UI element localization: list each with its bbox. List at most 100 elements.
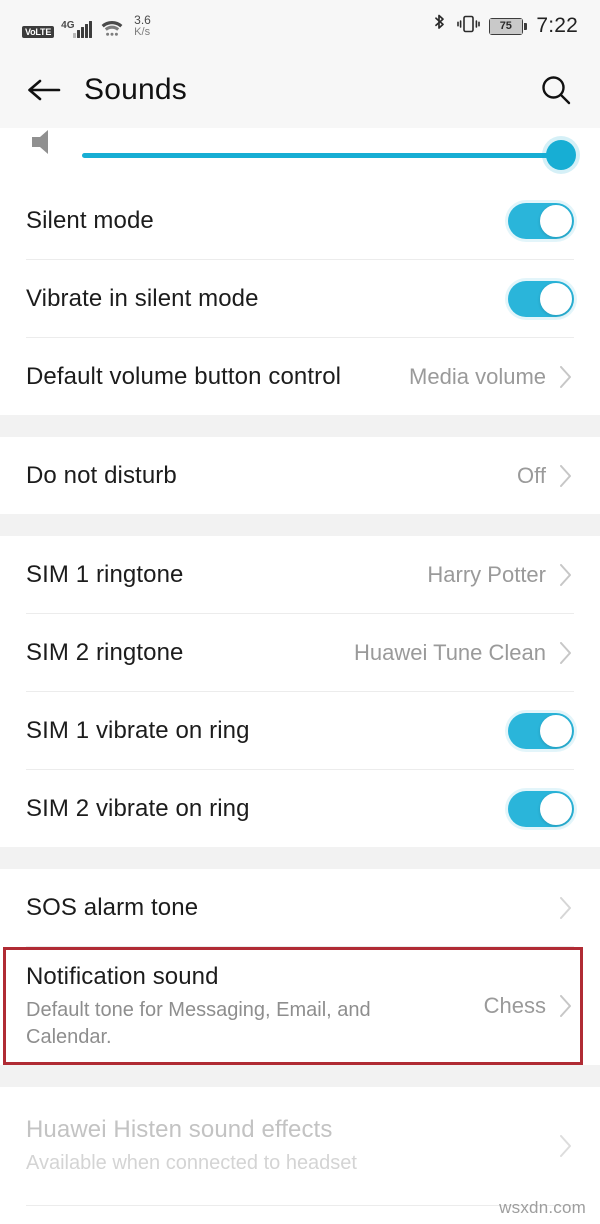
row-sim-2-vibrate-on-ring[interactable]: SIM 2 vibrate on ring [0, 770, 600, 847]
row-texts: Do not disturb [26, 461, 517, 491]
back-arrow-icon[interactable] [22, 68, 66, 112]
toggle-knob [540, 204, 572, 237]
page-title: Sounds [84, 73, 187, 106]
row-control: Chess [484, 992, 574, 1020]
wifi-icon [99, 18, 125, 38]
row-control [508, 790, 574, 827]
row-control: Harry Potter [427, 561, 574, 589]
row-notification-sound[interactable]: Notification sound Default tone for Mess… [0, 947, 600, 1065]
volume-slider-row[interactable] [0, 128, 600, 182]
search-icon[interactable] [534, 68, 578, 112]
network-speed-unit: K/s [134, 25, 151, 38]
signal-bar-1 [73, 32, 77, 38]
chevron-right-icon [558, 992, 574, 1020]
battery-body: 75 [488, 17, 523, 35]
battery-fill: 75 [489, 18, 522, 34]
row-texts: SIM 1 vibrate on ring [26, 716, 508, 746]
row-texts: SIM 1 ringtone [26, 560, 427, 590]
row-sublabel: Default tone for Messaging, Email, and C… [26, 999, 371, 1048]
row-silent-mode[interactable]: Silent mode [0, 182, 600, 259]
row-label: Do not disturb [26, 461, 177, 489]
notification-sound-highlight-wrap: Notification sound Default tone for Mess… [0, 947, 600, 1065]
chevron-right-icon [558, 561, 574, 589]
row-control [508, 712, 574, 749]
row-control [508, 202, 574, 239]
toggle-knob [540, 282, 572, 315]
battery-icon: 75 [488, 17, 528, 35]
row-sim-1-vibrate-on-ring[interactable]: SIM 1 vibrate on ring [0, 692, 600, 769]
battery-cap [524, 22, 528, 30]
row-control: Huawei Tune Clean [354, 639, 574, 667]
row-control [558, 1132, 574, 1160]
row-value: Off [517, 462, 546, 488]
section-tones: SOS alarm tone Notification sound Defaul… [0, 869, 600, 1065]
row-label: Vibrate in silent mode [26, 284, 259, 312]
volume-slider[interactable] [82, 138, 576, 172]
battery-percent-label: 75 [499, 19, 512, 32]
volume-slider-knob[interactable] [546, 140, 576, 170]
network-speed-indicator: 3.6 K/s [134, 14, 151, 37]
phone-screen: VoLTE 4G 3.6 K/s 75 7:22 Sounds Silent m… [0, 0, 600, 1224]
signal-bar-2 [77, 29, 81, 38]
status-bar: VoLTE 4G 3.6 K/s 75 7:22 [0, 0, 600, 52]
row-sim-2-ringtone[interactable]: SIM 2 ringtone Huawei Tune Clean [0, 614, 600, 691]
vibrate-in-silent-mode-toggle[interactable] [508, 280, 574, 317]
section-gap [0, 847, 600, 869]
signal-strength-icon: 4G [61, 20, 93, 38]
row-sublabel: Available when connected to headset [26, 1152, 357, 1175]
section-gap [0, 415, 600, 437]
row-vibrate-in-silent-mode[interactable]: Vibrate in silent mode [0, 260, 600, 337]
row-label: Huawei Histen sound effects [26, 1116, 333, 1144]
ringtone-volume-icon [26, 128, 60, 159]
chevron-right-icon [558, 462, 574, 490]
row-value: Huawei Tune Clean [353, 639, 546, 665]
row-texts: Vibrate in silent mode [26, 284, 508, 314]
toggle-knob [540, 792, 572, 825]
row-label: SOS alarm tone [26, 893, 199, 921]
status-bar-left: VoLTE 4G 3.6 K/s [22, 14, 151, 38]
row-sim-1-ringtone[interactable]: SIM 1 ringtone Harry Potter [0, 536, 600, 613]
volte-icon: VoLTE [22, 25, 55, 38]
watermark-label: wsxdn.com [499, 1198, 586, 1217]
silent-mode-toggle[interactable] [508, 202, 574, 239]
sim-2-vibrate-toggle[interactable] [508, 790, 574, 827]
section-gap [0, 514, 600, 536]
row-value: Chess [483, 993, 546, 1018]
row-label: SIM 1 ringtone [26, 560, 184, 588]
signal-bar-3 [81, 26, 85, 38]
signal-bar-5 [89, 20, 93, 38]
row-default-volume-button-control[interactable]: Default volume button control Media volu… [0, 338, 600, 415]
row-control: Media volume [409, 363, 574, 391]
status-bar-right: 75 7:22 [432, 13, 578, 40]
section-gap [0, 1065, 600, 1087]
row-label: SIM 2 ringtone [26, 638, 184, 666]
row-huawei-histen-sound-effects: Huawei Histen sound effects Available wh… [0, 1087, 600, 1205]
row-texts: Huawei Histen sound effects Available wh… [26, 1115, 558, 1176]
row-texts: SIM 2 ringtone [26, 638, 354, 668]
row-do-not-disturb[interactable]: Do not disturb Off [0, 437, 600, 514]
signal-bar-4 [85, 23, 89, 38]
row-value: Harry Potter [427, 561, 546, 587]
row-label: Silent mode [26, 206, 154, 234]
network-speed-value: 3.6 [134, 13, 151, 28]
chevron-right-icon [558, 639, 574, 667]
row-texts: SIM 2 vibrate on ring [26, 794, 508, 824]
vibrate-icon [456, 13, 480, 40]
row-texts: Default volume button control [26, 362, 409, 392]
section-do-not-disturb: Do not disturb Off [0, 437, 600, 514]
toggle-knob [540, 714, 572, 747]
chevron-right-icon [558, 894, 574, 922]
app-bar: Sounds [0, 52, 600, 128]
sim-1-vibrate-toggle[interactable] [508, 712, 574, 749]
row-control [558, 894, 574, 922]
volume-slider-track [82, 152, 574, 158]
row-label: SIM 2 vibrate on ring [26, 794, 250, 822]
settings-list: Silent mode Vibrate in silent mode Defau… [0, 128, 600, 1224]
row-value: Media volume [409, 363, 546, 389]
row-label: SIM 1 vibrate on ring [26, 716, 250, 744]
chevron-right-icon [558, 363, 574, 391]
row-sos-alarm-tone[interactable]: SOS alarm tone [0, 869, 600, 946]
clock-label: 7:22 [536, 14, 578, 37]
row-control [508, 280, 574, 317]
row-texts: Notification sound Default tone for Mess… [26, 962, 484, 1050]
